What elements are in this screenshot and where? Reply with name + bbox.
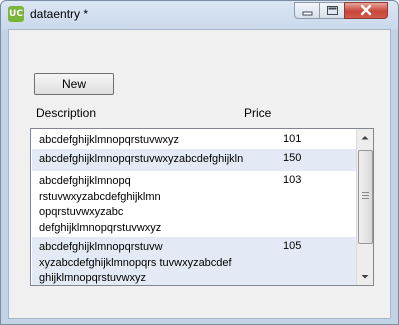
item-price: 105: [283, 240, 302, 252]
client-area: New Description Price abcdefghijklmnopqr…: [8, 29, 391, 319]
list-item[interactable]: abcdefghijklmnopq rstuvwxyzabcdefghijklm…: [32, 171, 357, 237]
window-title: dataentry *: [30, 7, 89, 21]
minimize-icon: [302, 11, 313, 16]
item-description: abcdefghijklmnopq rstuvwxyzabcdefghijklm…: [39, 175, 162, 234]
item-price: 150: [283, 152, 302, 164]
description-header: Description: [36, 106, 97, 120]
item-description: abcdefghijklmnopqrstuvw xyzabcdefghijklm…: [39, 241, 232, 284]
scroll-up-icon: [361, 136, 369, 140]
item-description: abcdefghijklmnopqrstuvwxyzabcdefghijkln: [39, 153, 244, 165]
item-price: 103: [283, 174, 302, 186]
price-header: Price: [244, 106, 272, 120]
close-button[interactable]: [344, 2, 388, 19]
thumb-grip: [362, 195, 369, 196]
item-price: 101: [283, 133, 302, 145]
app-window: UC dataentry * New Description Price abc…: [0, 0, 399, 325]
thumb-grip: [362, 198, 369, 199]
minimize-button[interactable]: [294, 2, 320, 19]
scroll-up-button[interactable]: [357, 129, 373, 146]
title-bar[interactable]: UC dataentry *: [1, 1, 398, 29]
list-item[interactable]: abcdefghijklmnopqrstuvw xyzabcdefghijklm…: [32, 237, 357, 285]
thumb-grip: [362, 192, 369, 193]
maximize-icon: [327, 6, 338, 15]
scroll-down-icon: [361, 275, 369, 279]
list-item[interactable]: abcdefghijklmnopqrstuvwxyz 101: [32, 130, 357, 149]
items-list[interactable]: abcdefghijklmnopqrstuvwxyz 101 abcdefghi…: [30, 128, 374, 286]
uc-app-icon[interactable]: UC: [8, 6, 24, 22]
list-item[interactable]: abcdefghijklmnopqrstuvwxyzabcdefghijkln …: [32, 149, 357, 171]
maximize-button[interactable]: [319, 2, 345, 19]
vertical-scrollbar[interactable]: [356, 129, 373, 285]
scroll-thumb[interactable]: [358, 150, 373, 244]
scroll-down-button[interactable]: [357, 268, 373, 285]
item-description: abcdefghijklmnopqrstuvwxyz: [39, 134, 180, 146]
close-icon: [360, 4, 372, 16]
new-button[interactable]: New: [34, 73, 114, 95]
